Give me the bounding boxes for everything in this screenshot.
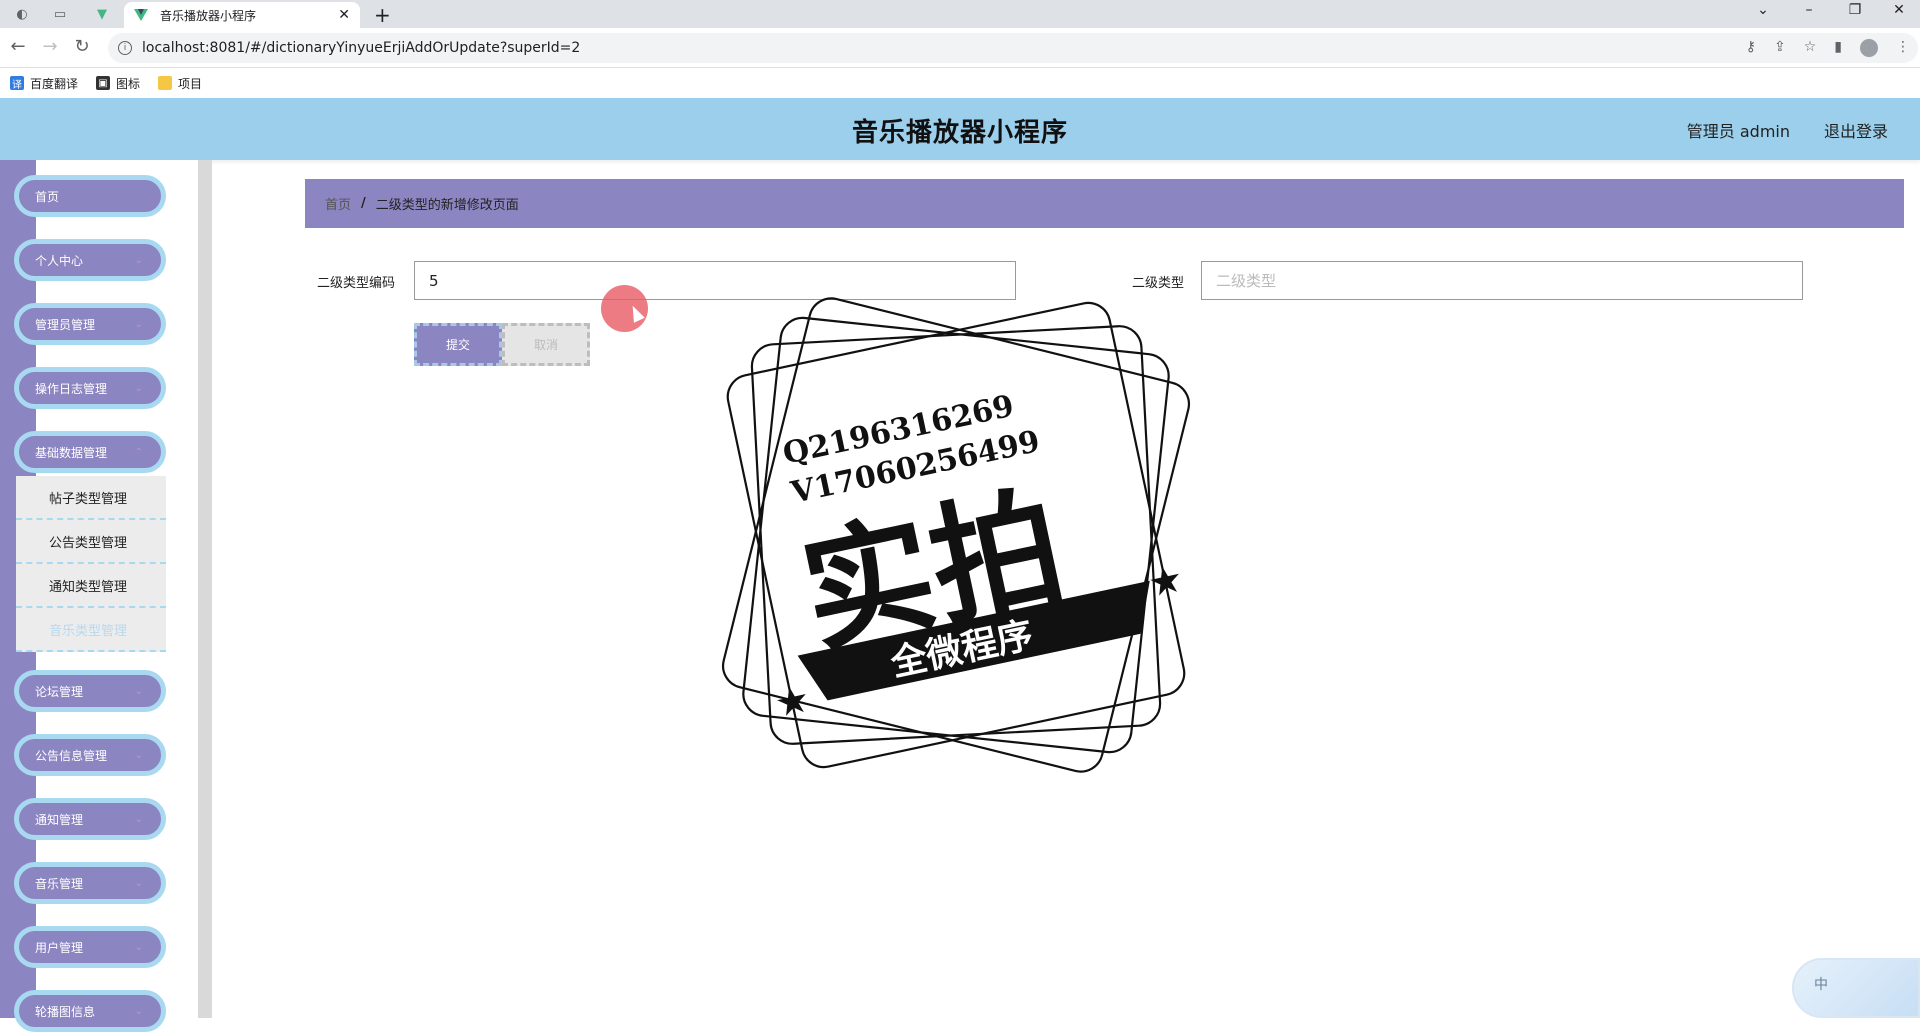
share-icon[interactable]: ⇪ [1774,39,1786,57]
submenu-item-post-type[interactable]: 帖子类型管理 [16,476,166,520]
sidebar-item-profile[interactable]: 个人中心 ⌄ [14,239,166,281]
code-input[interactable] [414,261,1016,300]
browser-tab-bar: ◐ ▭ ▼ 音乐播放器小程序 ✕ + ⌄ – ❐ ✕ [0,0,1920,28]
tab-title: 音乐播放器小程序 [160,8,257,23]
sidebar-item-oplog[interactable]: 操作日志管理 ⌄ [14,367,166,409]
breadcrumb-separator: / [361,196,366,211]
submenu-item-music-type[interactable]: 音乐类型管理 [16,608,166,652]
sidebar-item-users[interactable]: 用户管理 ⌄ [14,926,166,968]
globe-icon[interactable]: ◐ [12,4,32,24]
close-icon[interactable]: ✕ [338,7,350,23]
ime-mode-label: 中 [1814,977,1828,993]
watermark-stamp-icon: Q2196316269 V17060256499 实拍 全微程序 ★ ★ [721,297,1191,773]
code-label: 二级类型编码 [317,276,396,291]
ime-widget[interactable]: 中 [1792,958,1920,1018]
submit-button[interactable]: 提交 [414,323,502,366]
profile-avatar-icon[interactable] [1860,39,1878,57]
image-icon: ▣ [96,76,111,90]
chevron-down-icon: ⌄ [134,686,143,697]
app-header: 音乐播放器小程序 管理员 admin 退出登录 [0,98,1920,160]
type-input[interactable] [1201,261,1803,300]
forward-icon[interactable]: → [38,36,62,57]
bookmarks-bar: 译 百度翻译 ▣ 图标 项目 [0,68,1920,98]
chevron-down-icon: ⌄ [134,255,143,266]
bookmark-baidu-translate[interactable]: 译 百度翻译 [10,75,78,92]
type-label: 二级类型 [1132,276,1185,291]
address-bar: ← → ↻ i localhost:8081/#/dictionaryYinyu… [0,28,1920,68]
chevron-down-icon: ⌄ [134,383,143,394]
svg-text:全微程序: 全微程序 [886,614,1037,685]
back-icon[interactable]: ← [6,36,30,57]
app-title: 音乐播放器小程序 [851,118,1068,148]
vue-logo-icon [134,9,148,21]
key-icon[interactable]: ⚷ [1746,39,1756,57]
breadcrumb: 首页 / 二级类型的新增修改页面 [305,179,1904,228]
submenu-item-notice-type[interactable]: 公告类型管理 [16,520,166,564]
sidebar-item-forum[interactable]: 论坛管理 ⌄ [14,670,166,712]
sidebar-item-notice[interactable]: 公告信息管理 ⌄ [14,734,166,776]
translate-icon: 译 [10,76,24,91]
svg-text:实拍: 实拍 [790,469,1076,672]
basic-data-submenu: 帖子类型管理 公告类型管理 通知类型管理 音乐类型管理 [16,476,166,652]
url-omnibox[interactable]: i localhost:8081/#/dictionaryYinyueErjiA… [108,33,1918,63]
svg-text:★: ★ [773,679,811,724]
svg-text:Q2196316269: Q2196316269 [780,389,1017,472]
current-user: 管理员 admin [1686,122,1790,141]
cancel-button[interactable]: 取消 [502,323,590,366]
chevron-down-icon: ⌄ [134,814,143,825]
info-icon[interactable]: i [118,41,132,55]
vue-tab-icon[interactable]: ▼ [92,4,112,24]
sidebar-item-home[interactable]: 首页 [14,175,166,217]
browser-tab-active[interactable]: 音乐播放器小程序 ✕ [124,2,360,28]
chevron-down-icon: ⌄ [134,1006,143,1017]
chevron-down-icon[interactable]: ⌄ [1748,2,1778,18]
svg-text:★: ★ [1146,559,1184,604]
sidebar-scrollbar[interactable] [198,160,212,1018]
svg-text:V17060256499: V17060256499 [787,424,1043,511]
close-window-icon[interactable]: ✕ [1884,2,1914,18]
breadcrumb-current: 二级类型的新增修改页面 [375,198,519,213]
chevron-up-icon: ⌃ [134,447,143,458]
logout-button[interactable]: 退出登录 [1824,118,1888,142]
minimize-icon[interactable]: – [1794,2,1824,18]
restore-icon[interactable]: ❐ [1840,2,1870,18]
new-tab-icon[interactable]: + [374,3,391,27]
url-text: localhost:8081/#/dictionaryYinyueErjiAdd… [142,40,581,56]
bookmark-project[interactable]: 项目 [158,75,202,92]
bookmark-icons[interactable]: ▣ 图标 [96,75,140,92]
chevron-down-icon: ⌄ [134,319,143,330]
sidebar-item-admin[interactable]: 管理员管理 ⌄ [14,303,166,345]
chevron-down-icon: ⌄ [134,878,143,889]
chevron-down-icon: ⌄ [134,942,143,953]
sidebar-item-basic-data[interactable]: 基础数据管理 ⌃ [14,431,166,473]
sidebar-item-music[interactable]: 音乐管理 ⌄ [14,862,166,904]
star-icon[interactable]: ☆ [1804,39,1817,57]
submenu-item-notify-type[interactable]: 通知类型管理 [16,564,166,608]
sidebar-item-notify[interactable]: 通知管理 ⌄ [14,798,166,840]
more-menu-icon[interactable]: ⋮ [1896,39,1910,57]
side-panel-icon[interactable]: ▮ [1834,39,1842,57]
sidebar-item-carousel[interactable]: 轮播图信息 ⌄ [14,990,166,1032]
tab-favicon-icon[interactable]: ▭ [50,4,70,24]
sidebar: 首页 个人中心 ⌄ 管理员管理 ⌄ 操作日志管理 ⌄ 基础数据管理 ⌃ 帖子类型… [0,160,212,1032]
reload-icon[interactable]: ↻ [70,36,94,57]
chevron-down-icon: ⌄ [134,750,143,761]
breadcrumb-home[interactable]: 首页 [325,194,351,213]
folder-icon [158,76,173,90]
